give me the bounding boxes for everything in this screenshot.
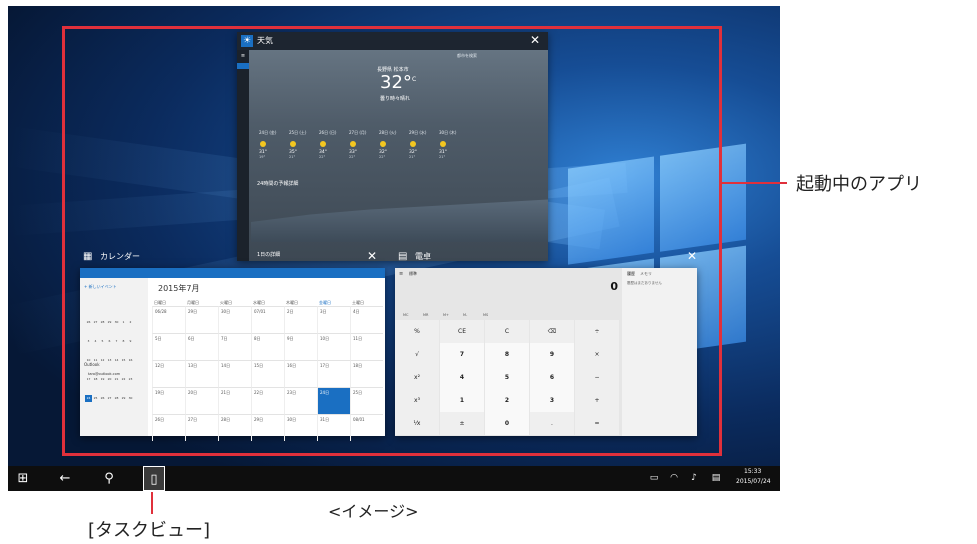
back-icon[interactable]: ← (58, 469, 72, 488)
task-view-pointer-line (151, 492, 153, 514)
notification-icon[interactable]: ▤ (710, 469, 722, 488)
task-view-label: [タスクビュー] (88, 520, 211, 541)
task-view-icon[interactable]: ▯ (143, 466, 165, 491)
battery-icon[interactable]: ▭ (648, 469, 660, 488)
taskbar: ⊞ ← ⚲ ▯ ▭ ◠ ♪ ▤ 15:33 2015/07/24 (8, 466, 780, 491)
volume-icon[interactable]: ♪ (688, 469, 700, 488)
clock-date[interactable]: 2015/07/24 (736, 478, 771, 485)
running-apps-label: 起動中のアプリ (796, 174, 922, 195)
start-icon[interactable]: ⊞ (16, 469, 30, 488)
annotation-pointer-line (722, 182, 787, 184)
wifi-icon[interactable]: ◠ (668, 469, 680, 488)
running-apps-frame (62, 26, 722, 456)
search-icon[interactable]: ⚲ (102, 469, 116, 488)
clock-time[interactable]: 15:33 (744, 468, 761, 475)
image-caption: <イメージ> (328, 502, 419, 521)
